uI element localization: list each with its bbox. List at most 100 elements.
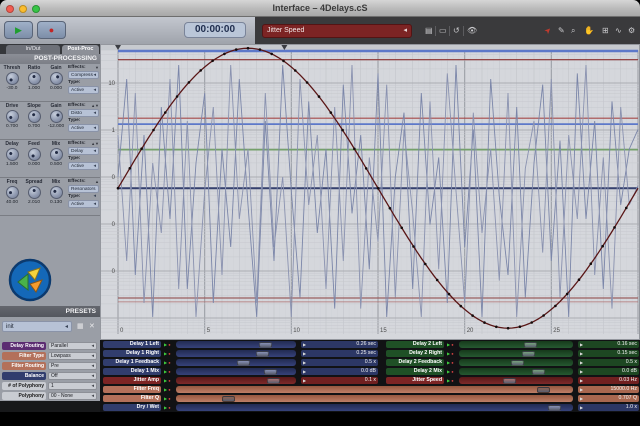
slider-handle[interactable] xyxy=(523,341,537,348)
routing-dropdown-filter-type[interactable]: Lowpass ◂ xyxy=(48,352,97,360)
type-dropdown[interactable]: Active ◂ xyxy=(68,200,99,208)
slider-track-delay-1-right[interactable] xyxy=(176,350,296,357)
routing-dropdown-delay-routing[interactable]: Parallel ◂ xyxy=(48,342,97,350)
value-spinner-icon[interactable]: ▶ xyxy=(580,395,583,402)
undo-icon[interactable]: ↺ xyxy=(453,25,460,37)
value-spinner-icon[interactable]: ▶ xyxy=(580,404,583,411)
slider-track-delay-2-right[interactable] xyxy=(459,350,573,357)
automation-play-icon[interactable]: ▶ xyxy=(164,360,167,365)
automation-play-icon[interactable]: ▶ xyxy=(164,396,167,401)
slider-handle[interactable] xyxy=(259,341,273,348)
type-dropdown[interactable]: Active ◂ xyxy=(68,86,99,94)
slider-value-box[interactable]: ▶ 0.25 sec xyxy=(301,350,378,357)
automation-play-icon[interactable]: ▶ xyxy=(164,342,167,347)
effect-dropdown[interactable]: Resonators ◂ xyxy=(68,185,99,199)
slider-value-box[interactable]: ▶ 0.5 x xyxy=(578,359,639,366)
grid-snap-icon[interactable]: ⊞ xyxy=(602,25,609,37)
slider-handle[interactable] xyxy=(256,350,270,357)
reorder-icons[interactable]: ▲ xyxy=(95,179,99,185)
slider-handle[interactable] xyxy=(521,350,535,357)
slider-handle[interactable] xyxy=(510,359,524,366)
slider-track-filter-q[interactable] xyxy=(176,395,573,402)
automation-record-icon[interactable]: ● xyxy=(168,387,170,392)
play-button[interactable]: ▶ xyxy=(4,21,33,39)
slider-value-box[interactable]: ▶ 0.26 sec xyxy=(301,341,378,348)
routing-dropdown--of-polyphony[interactable]: 1 ◂ xyxy=(48,382,97,390)
value-spinner-icon[interactable]: ▶ xyxy=(303,368,306,375)
value-spinner-icon[interactable]: ▶ xyxy=(580,368,583,375)
automation-play-icon[interactable]: ▶ xyxy=(447,369,450,374)
type-dropdown[interactable]: Active ◂ xyxy=(68,124,99,132)
automation-record-icon[interactable]: ● xyxy=(168,369,170,374)
automation-play-icon[interactable]: ▶ xyxy=(447,378,450,383)
slider-value-box[interactable]: ▶ 15000.0 Hz xyxy=(578,386,639,393)
slider-track-jitter-amp[interactable] xyxy=(176,377,296,384)
automation-record-icon[interactable]: ● xyxy=(168,342,170,347)
save-icon[interactable]: ▤ xyxy=(425,25,433,37)
knob-gain[interactable] xyxy=(49,110,63,123)
slider-value-box[interactable]: ▶ 0.5 x xyxy=(301,359,378,366)
automation-record-icon[interactable]: ● xyxy=(168,396,170,401)
slider-handle[interactable] xyxy=(536,386,550,393)
slider-value-box[interactable]: ▶ 0.15 sec xyxy=(578,350,639,357)
slider-value-box[interactable]: ▶ 0.0 dB xyxy=(301,368,378,375)
automation-record-icon[interactable]: ● xyxy=(451,369,453,374)
slider-handle[interactable] xyxy=(548,404,562,411)
cursor-tool-icon[interactable]: ➤ xyxy=(542,24,555,37)
automation-play-icon[interactable]: ▶ xyxy=(447,342,450,347)
tab-post-proc[interactable]: Post-Proc xyxy=(62,45,99,54)
settings-gear-icon[interactable]: ⚙ xyxy=(628,25,635,37)
slider-handle[interactable] xyxy=(503,377,517,384)
titlebar[interactable]: Interface – 4Delays.cS xyxy=(0,0,640,17)
slider-handle[interactable] xyxy=(531,368,545,375)
slider-track-delay-1-feedback[interactable] xyxy=(176,359,296,366)
value-spinner-icon[interactable]: ▶ xyxy=(580,359,583,366)
knob-ratio[interactable] xyxy=(27,72,41,85)
automation-play-icon[interactable]: ▶ xyxy=(164,351,167,356)
routing-dropdown-filter-routing[interactable]: Pre ◂ xyxy=(48,362,97,370)
automation-record-icon[interactable]: ● xyxy=(451,360,453,365)
slider-track-delay-1-mix[interactable] xyxy=(176,368,296,375)
automation-play-icon[interactable]: ▶ xyxy=(447,360,450,365)
reorder-icons[interactable]: ▲▼ xyxy=(91,103,99,109)
slider-track-filter-freq[interactable] xyxy=(176,386,573,393)
slider-handle[interactable] xyxy=(266,377,280,384)
slider-value-box[interactable]: ▶ 1.0 x xyxy=(578,404,639,411)
value-spinner-icon[interactable]: ▶ xyxy=(303,350,306,357)
automation-play-icon[interactable]: ▶ xyxy=(164,405,167,410)
value-spinner-icon[interactable]: ▶ xyxy=(580,341,583,348)
automation-play-icon[interactable]: ▶ xyxy=(447,351,450,356)
automation-graph[interactable]: 051015202530101000 xyxy=(100,44,640,340)
slider-track-delay-2-left[interactable] xyxy=(459,341,573,348)
effect-dropdown[interactable]: Compress ◂ xyxy=(68,71,99,79)
slider-value-box[interactable]: ▶ 0.16 sec xyxy=(578,341,639,348)
slider-track-jitter-speed[interactable] xyxy=(459,377,573,384)
automation-record-icon[interactable]: ● xyxy=(168,405,170,410)
value-spinner-icon[interactable]: ▶ xyxy=(580,386,583,393)
knob-freq[interactable] xyxy=(5,186,19,199)
effect-dropdown[interactable]: Disto ◂ xyxy=(68,109,99,117)
parameter-selector-dropdown[interactable]: Jitter Speed ◂ xyxy=(262,24,412,38)
preset-dropdown[interactable]: init ◂ xyxy=(2,321,72,332)
reorder-icons[interactable]: ▲▼ xyxy=(91,141,99,147)
graph-canvas[interactable]: 051015202530101000 xyxy=(100,44,640,340)
slider-handle[interactable] xyxy=(236,359,250,366)
automation-record-icon[interactable]: ● xyxy=(168,351,170,356)
preset-delete-icon[interactable]: ✕ xyxy=(89,322,95,331)
preset-save-icon[interactable]: ▦ xyxy=(77,322,84,331)
knob-mix[interactable] xyxy=(49,186,63,199)
value-spinner-icon[interactable]: ▶ xyxy=(580,350,583,357)
routing-dropdown-polyphony-chords[interactable]: 00 - None ◂ xyxy=(48,392,97,400)
slider-handle[interactable] xyxy=(263,368,277,375)
tab-in-out[interactable]: In/Out xyxy=(6,45,60,54)
slider-handle[interactable] xyxy=(222,395,236,402)
wave-snap-icon[interactable]: ∿ xyxy=(615,25,622,37)
window-icon[interactable]: ▭ xyxy=(439,25,447,37)
knob-feed[interactable] xyxy=(27,148,41,161)
automation-play-icon[interactable]: ▶ xyxy=(164,378,167,383)
eye-icon[interactable]: 👁 xyxy=(467,25,477,37)
zoom-tool-icon[interactable]: ⌕ xyxy=(571,25,575,37)
slider-track-delay-1-left[interactable] xyxy=(176,341,296,348)
knob-thresh[interactable] xyxy=(5,72,19,85)
automation-record-icon[interactable]: ● xyxy=(168,360,170,365)
